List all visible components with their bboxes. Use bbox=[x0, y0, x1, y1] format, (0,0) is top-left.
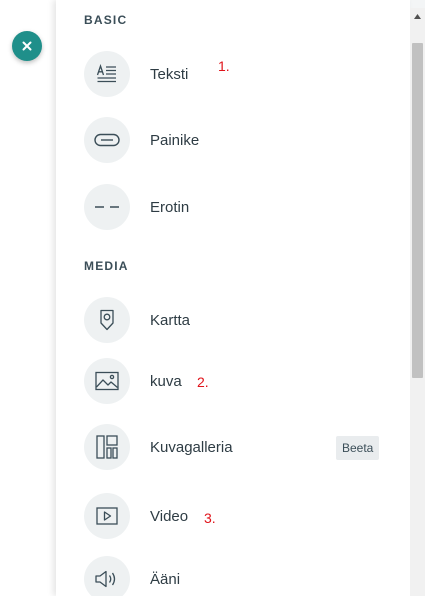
speaker-icon bbox=[84, 556, 130, 596]
block-item-label: Kuvagalleria bbox=[150, 438, 233, 456]
block-item-divider[interactable]: Erotin bbox=[84, 184, 384, 230]
close-button[interactable] bbox=[12, 31, 42, 61]
block-item-label: Erotin bbox=[150, 198, 190, 216]
section-heading-media: MEDIA bbox=[84, 259, 129, 273]
block-item-label: Video bbox=[150, 507, 189, 525]
scroll-up-arrow-icon[interactable] bbox=[410, 8, 425, 25]
gallery-icon bbox=[84, 424, 130, 470]
scroll-thumb[interactable] bbox=[412, 43, 423, 378]
text-align-icon bbox=[84, 51, 130, 97]
annotation-2: 2. bbox=[197, 374, 209, 390]
section-heading-basic: BASIC bbox=[84, 13, 128, 27]
map-pin-icon bbox=[84, 297, 130, 343]
block-item-label: Teksti bbox=[150, 65, 189, 83]
block-item-text[interactable]: Teksti bbox=[84, 51, 384, 97]
annotation-1: 1. bbox=[218, 58, 230, 74]
block-item-map[interactable]: Kartta bbox=[84, 297, 384, 343]
block-item-audio[interactable]: Ääni bbox=[84, 556, 384, 596]
block-picker-panel: BASIC Teksti Painike Erotin MEDIA Kartta… bbox=[56, 0, 410, 596]
scrollbar[interactable] bbox=[410, 8, 425, 596]
block-item-label: kuva bbox=[150, 372, 182, 390]
block-item-video[interactable]: Video bbox=[84, 493, 384, 539]
video-play-icon bbox=[84, 493, 130, 539]
beta-badge: Beeta bbox=[336, 436, 380, 460]
page: BASIC Teksti Painike Erotin MEDIA Kartta… bbox=[0, 0, 425, 596]
block-item-label: Kartta bbox=[150, 311, 191, 329]
left-gutter bbox=[0, 0, 56, 596]
block-item-button[interactable]: Painike bbox=[84, 117, 384, 163]
divider-icon bbox=[84, 184, 130, 230]
annotation-3: 3. bbox=[204, 510, 216, 526]
block-item-label: Painike bbox=[150, 131, 200, 149]
close-icon bbox=[22, 41, 32, 51]
block-item-image[interactable]: kuva bbox=[84, 358, 384, 404]
image-icon bbox=[84, 358, 130, 404]
block-item-label: Ääni bbox=[150, 570, 181, 588]
button-icon bbox=[84, 117, 130, 163]
